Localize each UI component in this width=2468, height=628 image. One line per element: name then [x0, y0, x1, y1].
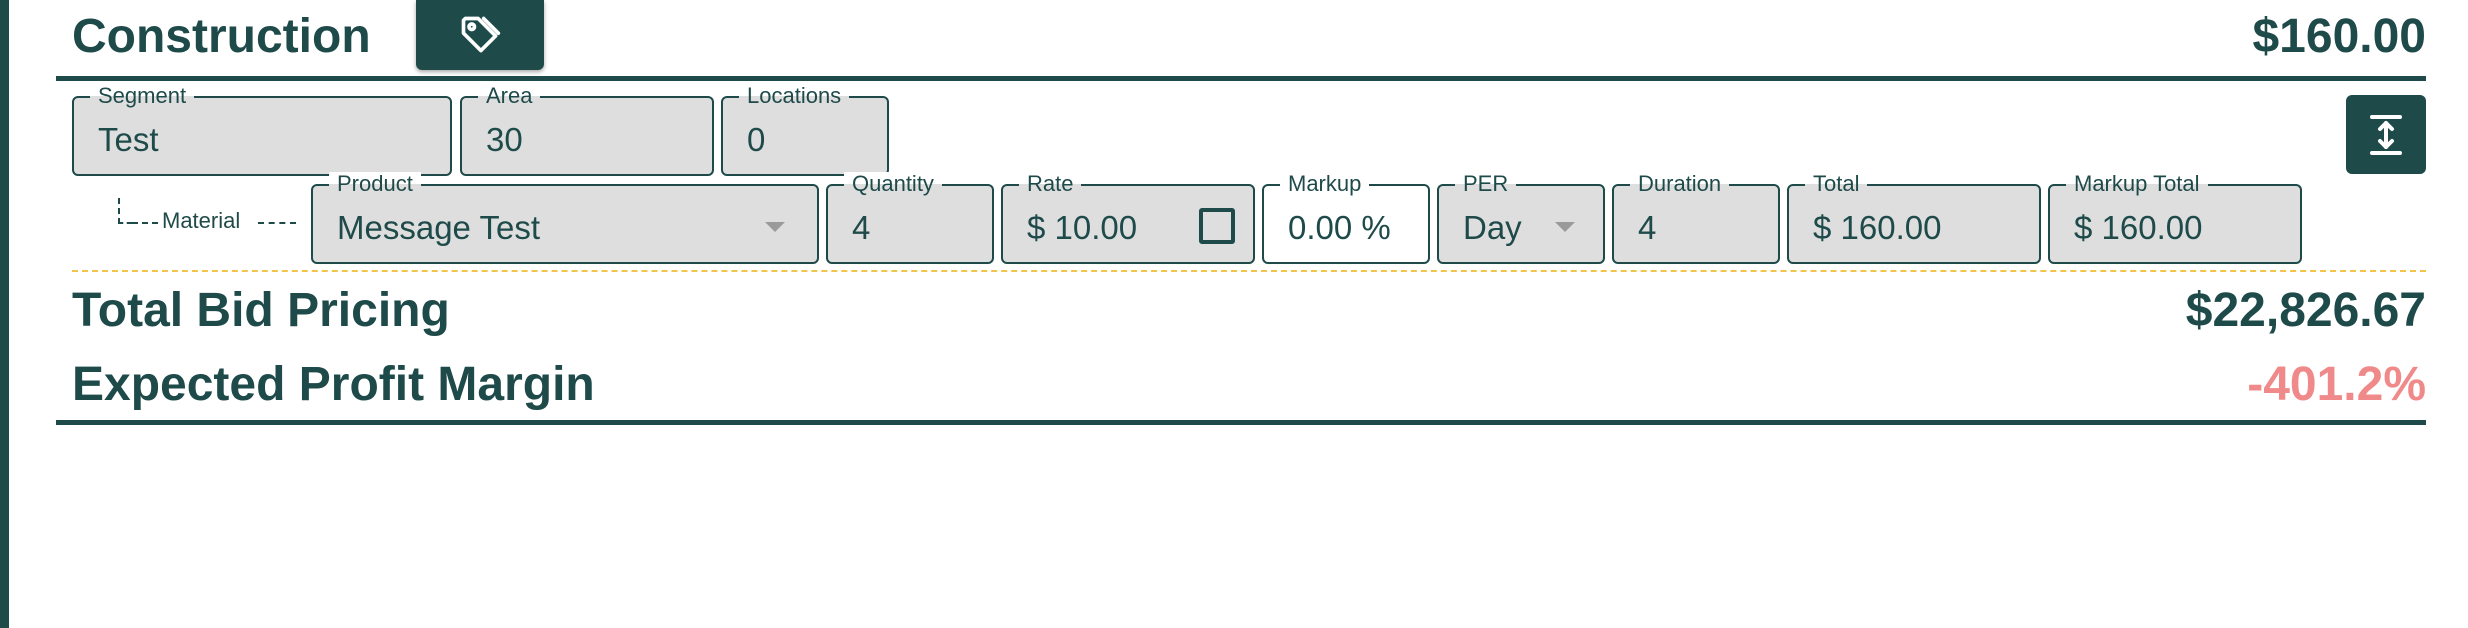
profit-margin-label: Expected Profit Margin: [72, 358, 595, 411]
product-select[interactable]: Product Message Test: [311, 172, 819, 264]
per-label: PER: [1455, 172, 1517, 196]
chevron-down-icon[interactable]: [1555, 222, 1575, 232]
total-field: Total $ 160.00: [1787, 172, 2041, 264]
markup-total-field: Markup Total $ 160.00: [2048, 172, 2302, 264]
markup-value: 0.00 %: [1288, 209, 1391, 246]
quantity-value: 4: [852, 209, 871, 246]
locations-label: Locations: [739, 84, 850, 108]
markup-total-value: $ 160.00: [2074, 209, 2203, 246]
area-field[interactable]: Area 30: [460, 84, 714, 176]
expand-vertical-icon: [2370, 114, 2402, 155]
total-label: Total: [1805, 172, 1868, 196]
per-select[interactable]: PER Day: [1437, 172, 1605, 264]
duration-label: Duration: [1630, 172, 1730, 196]
chevron-down-icon[interactable]: [765, 222, 785, 232]
segment-value: Test: [98, 121, 159, 158]
rate-label: Rate: [1019, 172, 1082, 196]
duration-field[interactable]: Duration 4: [1612, 172, 1780, 264]
segment-field[interactable]: Segment Test: [72, 84, 452, 176]
total-bid-label: Total Bid Pricing: [72, 284, 450, 337]
summary-divider: [56, 420, 2426, 425]
left-accent-bar: [0, 0, 9, 628]
section-total: $160.00: [2252, 10, 2426, 63]
tag-icon: [461, 16, 501, 53]
area-value: 30: [486, 121, 523, 158]
duration-value: 4: [1638, 209, 1657, 246]
tree-connector-dash-right: [258, 222, 296, 224]
quantity-field[interactable]: Quantity 4: [826, 172, 994, 264]
tree-connector: [118, 198, 132, 224]
rate-value: $ 10.00: [1027, 209, 1138, 246]
quantity-label: Quantity: [844, 172, 942, 196]
locations-field[interactable]: Locations 0: [721, 84, 889, 176]
product-label: Product: [329, 172, 421, 196]
material-text: Material: [162, 208, 241, 233]
locations-value: 0: [747, 121, 766, 158]
markup-field[interactable]: Markup 0.00 %: [1262, 172, 1430, 264]
line-item-separator: [72, 270, 2426, 272]
section-title: Construction: [72, 10, 371, 63]
profit-margin-value: -401.2%: [2247, 358, 2426, 411]
product-value: Message Test: [337, 209, 540, 246]
per-value: Day: [1463, 209, 1522, 246]
segment-label: Segment: [90, 84, 195, 108]
expand-button[interactable]: [2346, 95, 2426, 174]
area-label: Area: [478, 84, 541, 108]
tag-button[interactable]: [416, 0, 544, 70]
total-value: $ 160.00: [1813, 209, 1942, 246]
total-bid-value: $22,826.67: [2185, 284, 2426, 337]
header-divider: [56, 76, 2426, 81]
markup-total-label: Markup Total: [2066, 172, 2208, 196]
rate-override-checkbox[interactable]: [1199, 208, 1235, 244]
markup-label: Markup: [1280, 172, 1370, 196]
rate-field[interactable]: Rate $ 10.00: [1001, 172, 1255, 264]
tree-connector-dash: [132, 222, 158, 224]
material-type-label: Material: [118, 198, 298, 234]
